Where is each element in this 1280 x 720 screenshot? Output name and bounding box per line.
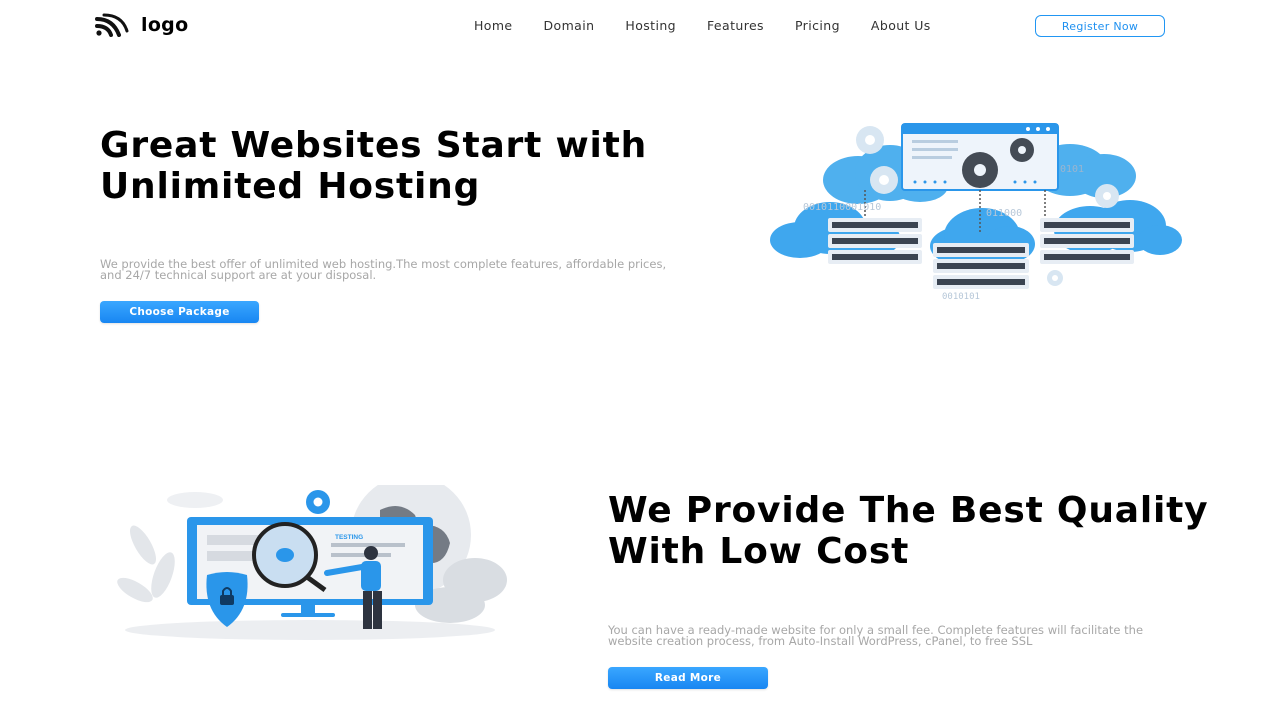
- main-nav: Home Domain Hosting Features Pricing Abo…: [474, 18, 962, 33]
- wifi-signal-icon: [95, 13, 129, 37]
- choose-package-button[interactable]: Choose Package: [100, 301, 259, 323]
- gear-icon: [856, 126, 884, 154]
- cloud-hosting-illustration: 0101 0010110001010 011000 0010101: [770, 123, 1182, 302]
- plant-leaves: [117, 525, 175, 603]
- binary-text: 0010110001010: [803, 202, 881, 213]
- testing-label: TESTING: [335, 534, 363, 541]
- server-rack-left: [828, 218, 922, 264]
- gear-icon: [306, 490, 330, 514]
- binary-text: 0101: [1060, 164, 1084, 175]
- quality-section-description: You can have a ready-made website for on…: [608, 623, 1144, 648]
- gear-icon: [870, 166, 898, 194]
- shield-lock-icon: [206, 572, 248, 627]
- binary-text: 011000: [986, 208, 1022, 219]
- logo-text: logo: [141, 14, 189, 36]
- nav-pricing[interactable]: Pricing: [795, 18, 840, 33]
- register-now-button[interactable]: Register Now: [1035, 15, 1165, 37]
- browser-window: [901, 123, 1059, 191]
- gear-icon: [1010, 138, 1034, 162]
- nav-about-us[interactable]: About Us: [871, 18, 931, 33]
- server-rack-center: [933, 243, 1029, 289]
- read-more-button[interactable]: Read More: [608, 667, 768, 689]
- logo[interactable]: logo: [95, 13, 188, 37]
- server-rack-right: [1040, 218, 1134, 264]
- nav-domain[interactable]: Domain: [544, 18, 595, 33]
- nav-features[interactable]: Features: [707, 18, 764, 33]
- hero-title: Great Websites Start with Unlimited Host…: [100, 125, 648, 207]
- hero-description: We provide the best offer of unlimited w…: [100, 257, 667, 282]
- gear-icon: [962, 152, 998, 188]
- gear-icon: [1095, 184, 1119, 208]
- quality-section-title: We Provide The Best Quality With Low Cos…: [608, 490, 1209, 572]
- nav-home[interactable]: Home: [474, 18, 513, 33]
- binary-text: 0010101: [942, 292, 980, 302]
- website-testing-illustration: TESTING: [117, 485, 507, 640]
- nav-hosting[interactable]: Hosting: [625, 18, 676, 33]
- gear-icon: [1047, 270, 1063, 286]
